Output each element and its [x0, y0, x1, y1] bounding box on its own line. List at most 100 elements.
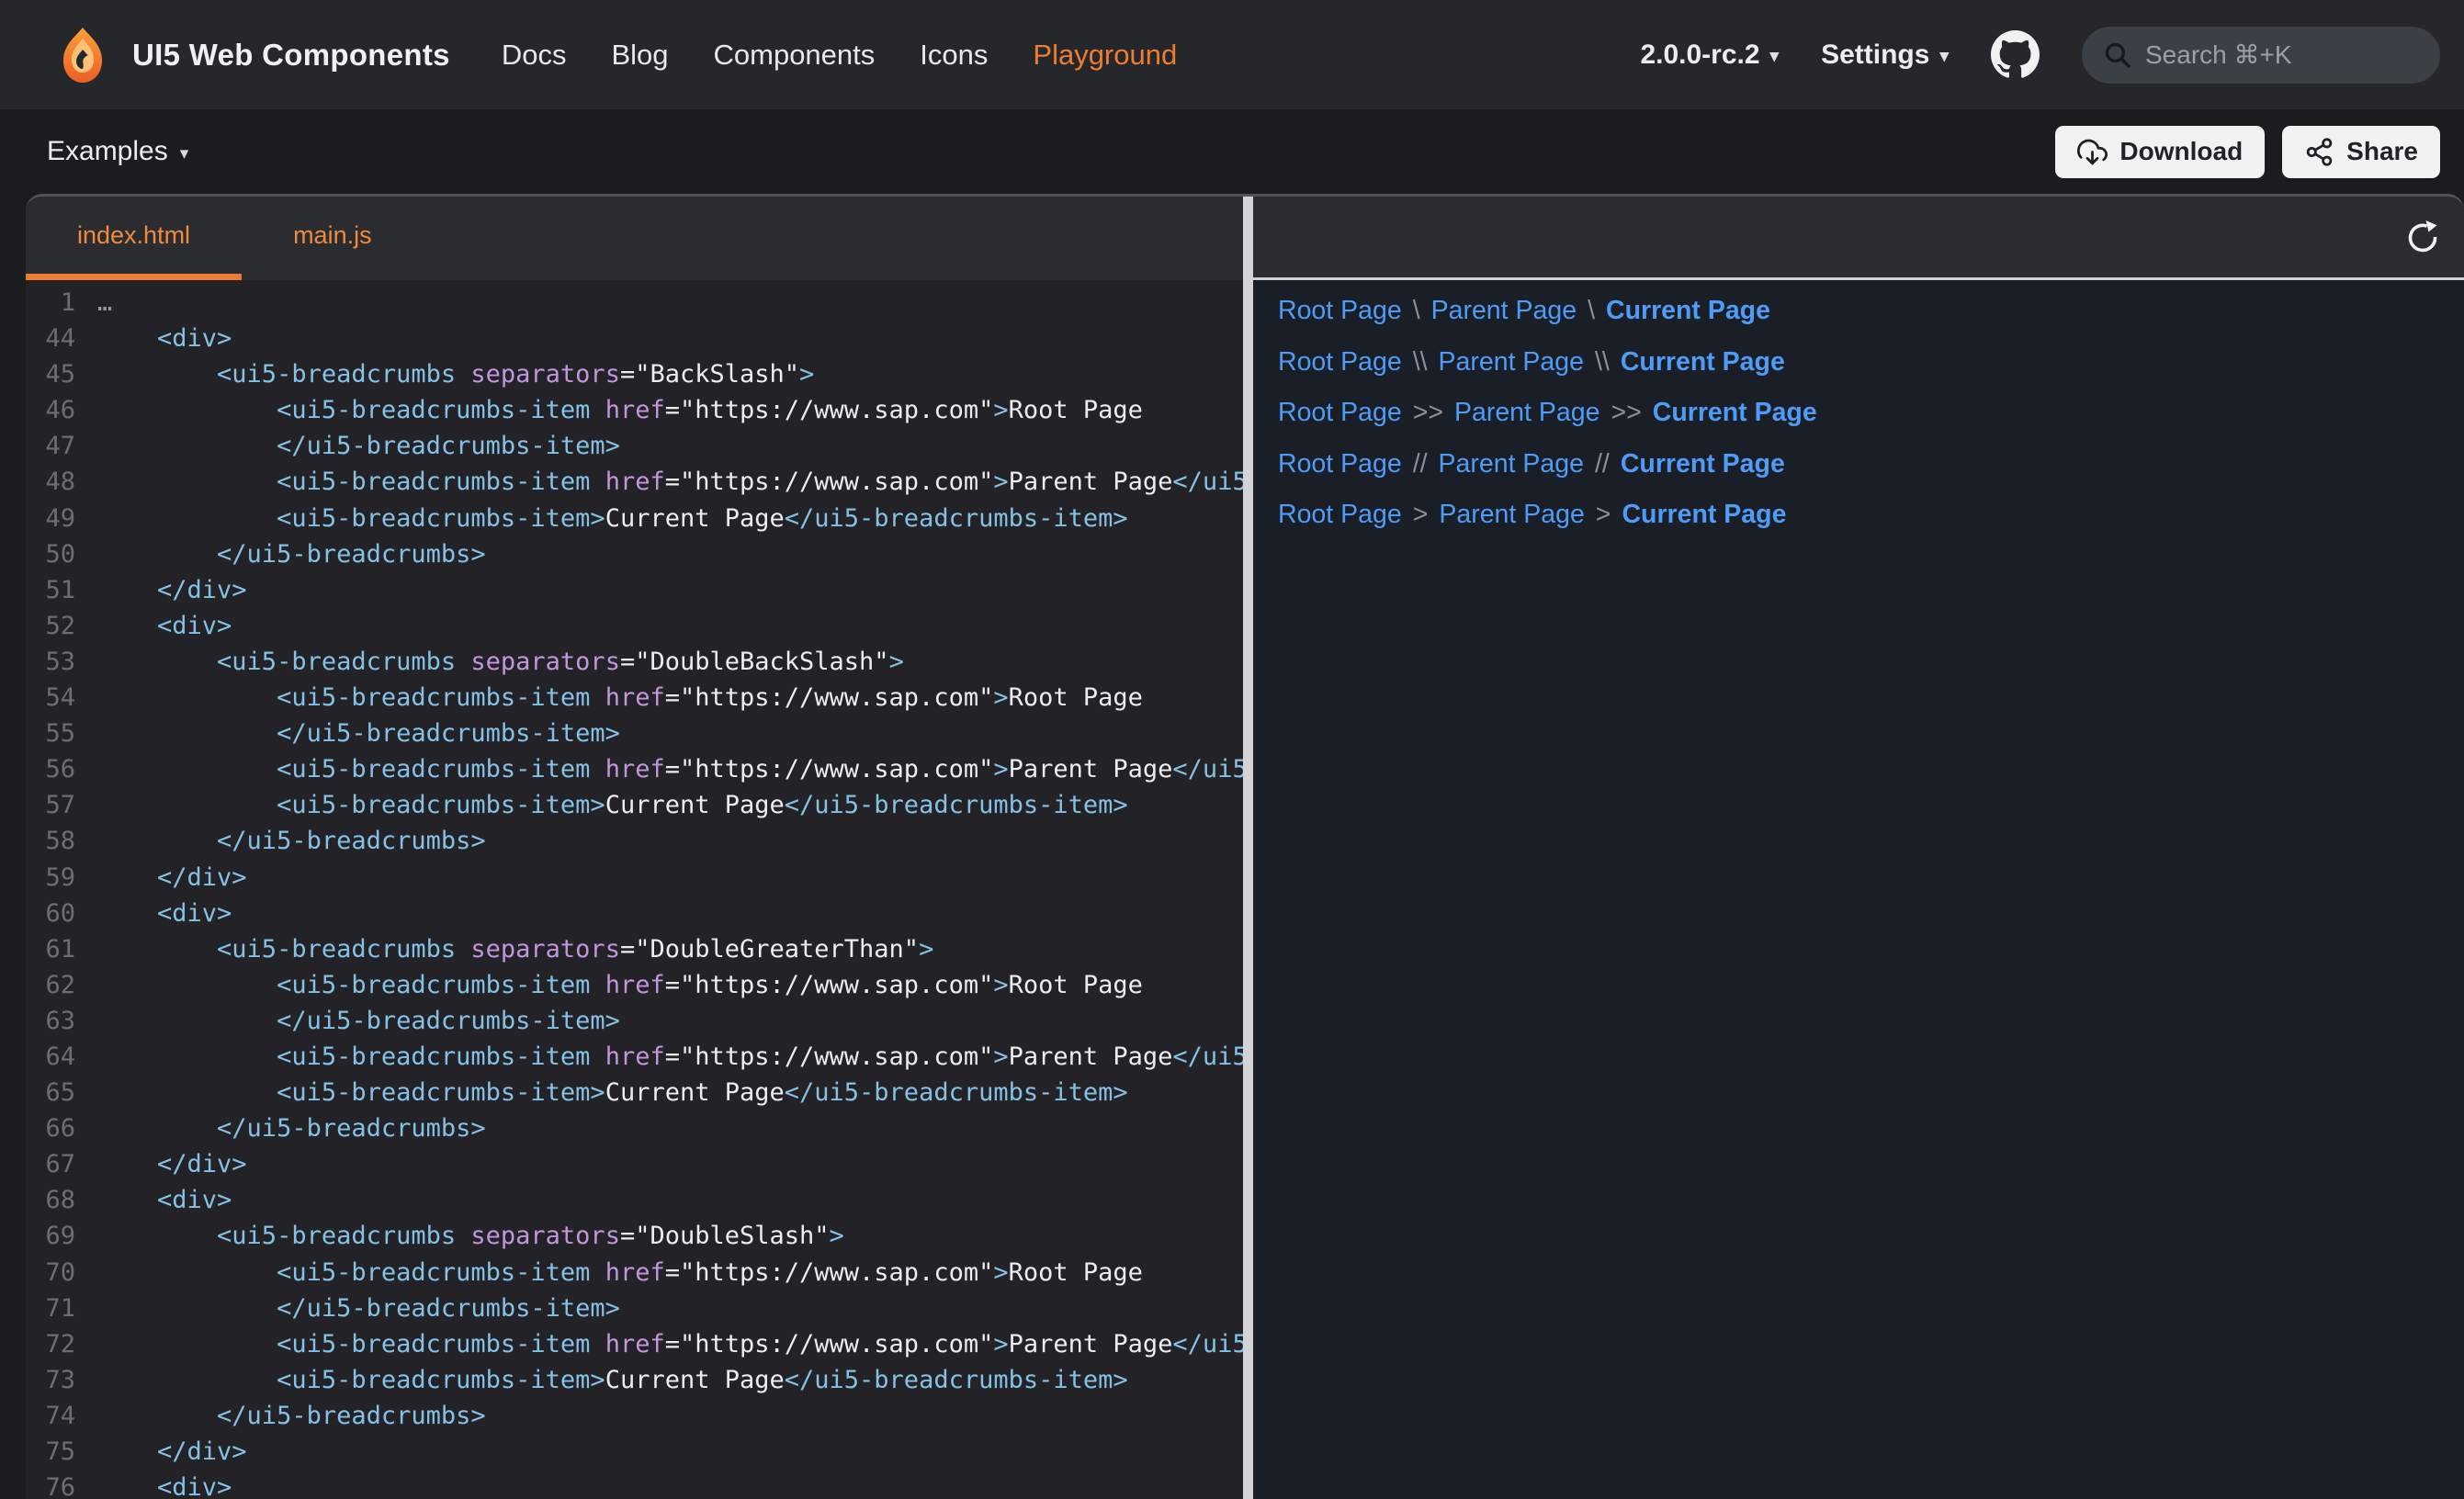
code-token: </ui5-breadcrumbs-item>	[1172, 755, 1243, 783]
code-line: 49 <ui5-breadcrumbs-item>Current Page</u…	[26, 501, 1243, 536]
nav-link[interactable]: Icons	[920, 39, 988, 72]
code-token: href	[605, 1330, 665, 1358]
code-token: ="DoubleSlash"	[620, 1222, 830, 1250]
code-token: <ui5-breadcrumbs-item	[97, 1258, 605, 1287]
code-line: 62 <ui5-breadcrumbs-item href="https://w…	[26, 967, 1243, 1003]
code-line: 44 <div>	[26, 321, 1243, 356]
code-line: 55 </ui5-breadcrumbs-item>	[26, 716, 1243, 751]
editor-tab[interactable]: index.html	[26, 197, 242, 280]
line-number: 56	[26, 751, 75, 787]
code-token: <ui5-breadcrumbs-item	[97, 971, 605, 999]
preview-pane: Root Page\Parent Page\Current Page Root …	[1253, 197, 2464, 1499]
code-content: <ui5-breadcrumbs-item>Current Page</ui5-…	[97, 1362, 1128, 1398]
nav-link[interactable]: Playground	[1033, 39, 1177, 72]
code-token: >	[993, 755, 1008, 783]
version-label: 2.0.0-rc.2	[1640, 39, 1759, 71]
download-label: Download	[2119, 137, 2243, 166]
code-line: 52 <div>	[26, 608, 1243, 644]
code-token: <ui5-breadcrumbs-item	[97, 755, 605, 783]
breadcrumb-link[interactable]: Parent Page	[1431, 296, 1577, 326]
line-number: 52	[26, 608, 75, 644]
search-box[interactable]	[2082, 27, 2440, 84]
breadcrumb-current: Current Page	[1622, 500, 1786, 530]
line-number: 75	[26, 1434, 75, 1470]
share-label: Share	[2346, 137, 2418, 166]
nav-link[interactable]: Components	[714, 39, 876, 72]
code-line: 63 </ui5-breadcrumbs-item>	[26, 1003, 1243, 1039]
line-number: 57	[26, 787, 75, 823]
breadcrumb-link[interactable]: Root Page	[1278, 347, 1402, 378]
code-token: href	[605, 1258, 665, 1287]
brand-home-link[interactable]: UI5 Web Components	[53, 26, 450, 85]
code-content: <div>	[97, 1182, 232, 1218]
code-content: <div>	[97, 321, 232, 356]
line-number: 48	[26, 464, 75, 500]
code-line: 50 </ui5-breadcrumbs>	[26, 536, 1243, 572]
chevron-down-icon: ▾	[1770, 44, 1780, 65]
breadcrumb-separator: >	[1596, 500, 1611, 530]
breadcrumb-row: Root Page//Parent Page//Current Page	[1278, 439, 2464, 490]
breadcrumb-link[interactable]: Root Page	[1278, 296, 1402, 326]
code-token: ="https://www.sap.com"	[665, 755, 994, 783]
code-token: >	[889, 648, 904, 676]
code-token: <ui5-breadcrumbs	[97, 360, 470, 389]
examples-label: Examples	[47, 136, 168, 167]
nav-link[interactable]: Docs	[502, 39, 567, 72]
code-token: …	[97, 288, 112, 317]
code-line: 67 </div>	[26, 1146, 1243, 1182]
breadcrumb-link[interactable]: Root Page	[1278, 398, 1402, 428]
editor-tab[interactable]: main.js	[242, 197, 424, 280]
code-token: href	[605, 468, 665, 496]
line-number: 45	[26, 356, 75, 392]
breadcrumb-link[interactable]: Parent Page	[1454, 398, 1599, 428]
line-number: 61	[26, 931, 75, 967]
code-line: 57 <ui5-breadcrumbs-item>Current Page</u…	[26, 787, 1243, 823]
line-number: 74	[26, 1398, 75, 1434]
code-editor[interactable]: 1 … 44 <div> 45 <ui5-breadcrumbs separat…	[26, 280, 1243, 1499]
breadcrumb-link[interactable]: Parent Page	[1439, 449, 1584, 479]
breadcrumb-current: Current Page	[1621, 449, 1785, 479]
search-input[interactable]	[2145, 40, 2429, 70]
code-token: separators	[470, 360, 620, 389]
code-line: 58 </ui5-breadcrumbs>	[26, 823, 1243, 859]
github-link[interactable]	[1991, 30, 2040, 79]
header-right-group: 2.0.0-rc.2 ▾ Settings ▾	[1640, 27, 2440, 84]
code-token: </ui5-breadcrumbs-item>	[97, 432, 620, 460]
code-token: </ui5-breadcrumbs>	[97, 540, 486, 569]
download-button[interactable]: Download	[2055, 126, 2265, 178]
examples-menu[interactable]: Examples ▾	[47, 136, 188, 167]
breadcrumb-separator: //	[1595, 449, 1610, 479]
code-content: <ui5-breadcrumbs-item href="https://www.…	[97, 751, 1243, 787]
code-token: <ui5-breadcrumbs	[97, 935, 470, 964]
refresh-button[interactable]	[2402, 216, 2444, 258]
nav-link[interactable]: Blog	[611, 39, 668, 72]
code-content: <ui5-breadcrumbs separators="DoubleSlash…	[97, 1218, 844, 1254]
code-token: ="https://www.sap.com"	[665, 1043, 994, 1071]
code-line: 73 <ui5-breadcrumbs-item>Current Page</u…	[26, 1362, 1243, 1398]
code-token: <ui5-breadcrumbs-item	[97, 683, 605, 712]
breadcrumb-link[interactable]: Root Page	[1278, 449, 1402, 479]
code-content: </ui5-breadcrumbs-item>	[97, 428, 620, 464]
version-selector[interactable]: 2.0.0-rc.2 ▾	[1640, 39, 1779, 71]
code-token: <ui5-breadcrumbs-item>	[97, 1366, 605, 1394]
line-number: 72	[26, 1326, 75, 1362]
settings-menu[interactable]: Settings ▾	[1821, 39, 1949, 71]
breadcrumb-link[interactable]: Root Page	[1278, 500, 1402, 530]
pane-resizer[interactable]	[1243, 197, 1253, 1499]
breadcrumb-link[interactable]: Parent Page	[1439, 500, 1584, 530]
code-line: 56 <ui5-breadcrumbs-item href="https://w…	[26, 751, 1243, 787]
share-button[interactable]: Share	[2282, 126, 2440, 178]
code-line: 53 <ui5-breadcrumbs separators="DoubleBa…	[26, 644, 1243, 680]
download-cloud-icon	[2077, 137, 2108, 167]
breadcrumb-row: Root Page>>Parent Page>>Current Page	[1278, 388, 2464, 439]
code-token: href	[605, 396, 665, 424]
code-token: ="https://www.sap.com"	[665, 971, 994, 999]
code-token: ="BackSlash"	[620, 360, 799, 389]
code-token: >	[799, 360, 814, 389]
code-token: </ui5-breadcrumbs-item>	[1172, 468, 1243, 496]
code-token: Parent Page	[1009, 1330, 1173, 1358]
code-token: Root Page	[1009, 396, 1143, 424]
breadcrumb-link[interactable]: Parent Page	[1439, 347, 1584, 378]
line-number: 67	[26, 1146, 75, 1182]
code-content: <ui5-breadcrumbs-item href="https://www.…	[97, 392, 1143, 428]
